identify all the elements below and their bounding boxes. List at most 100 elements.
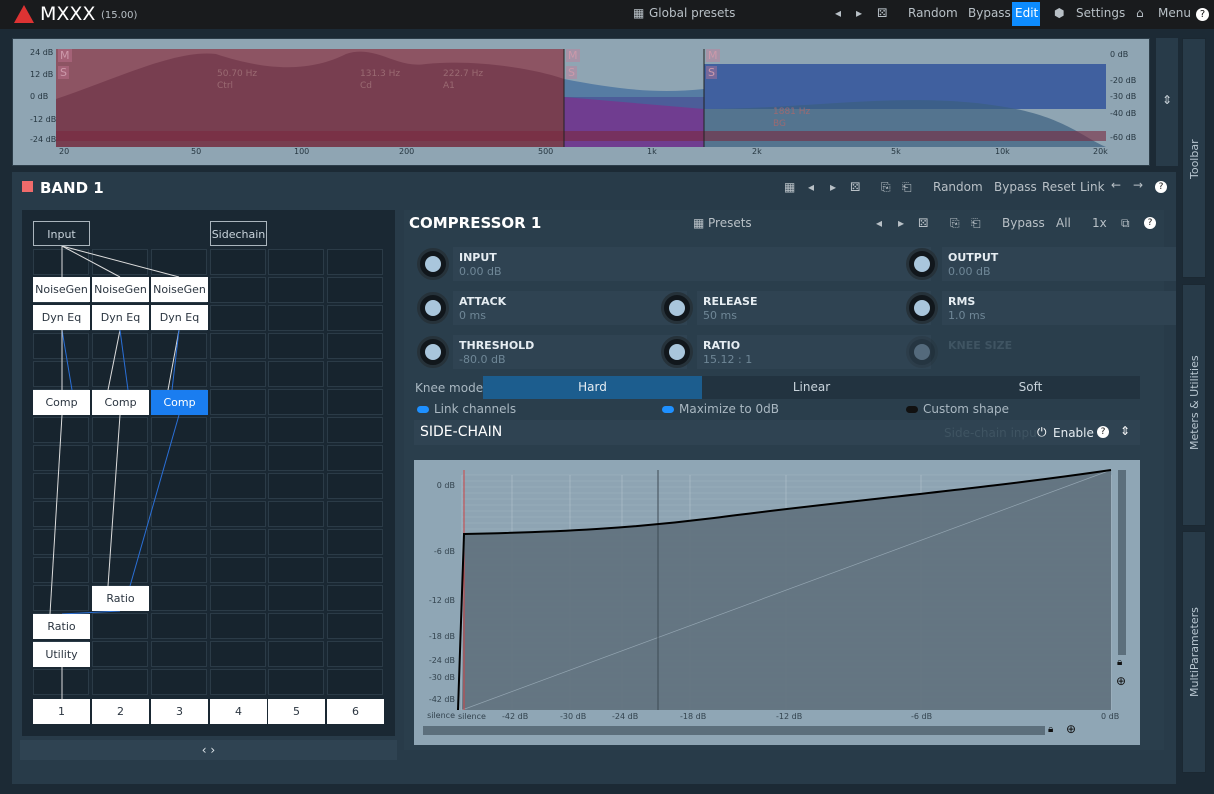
comp-node[interactable]: Comp bbox=[151, 390, 208, 415]
link-channels-toggle[interactable]: Link channels bbox=[417, 402, 516, 416]
routing-cell[interactable] bbox=[210, 557, 266, 583]
input-knob[interactable] bbox=[417, 248, 449, 280]
routing-cell[interactable] bbox=[92, 473, 148, 499]
routing-cell[interactable] bbox=[33, 445, 89, 471]
routing-cell[interactable] bbox=[92, 361, 148, 387]
routing-cell[interactable] bbox=[151, 501, 207, 527]
rms-knob[interactable] bbox=[906, 292, 938, 324]
routing-cell[interactable] bbox=[210, 305, 266, 331]
knee-size-knob[interactable] bbox=[906, 336, 938, 368]
comp-bypass-button[interactable]: Bypass bbox=[1002, 216, 1045, 230]
knee-linear-option[interactable]: Linear bbox=[702, 376, 921, 399]
spectrum-display[interactable]: 24 dB 12 dB 0 dB -12 dB -24 dB 0 dB -20 dB -30 … bbox=[12, 38, 1150, 166]
sidebar-meters[interactable]: Meters & Utilities bbox=[1182, 284, 1206, 526]
routing-cell[interactable] bbox=[92, 445, 148, 471]
routing-cell[interactable] bbox=[33, 249, 89, 275]
release-knob[interactable] bbox=[661, 292, 693, 324]
routing-cell[interactable] bbox=[210, 669, 266, 695]
ratio-node[interactable]: Ratio bbox=[92, 586, 149, 611]
routing-cell[interactable] bbox=[268, 473, 324, 499]
routing-cell[interactable] bbox=[327, 585, 383, 611]
routing-cell[interactable] bbox=[327, 641, 383, 667]
band-export-icon[interactable]: ⎗ bbox=[902, 180, 912, 195]
routing-cell[interactable] bbox=[151, 585, 207, 611]
dyneq-node[interactable]: Dyn Eq bbox=[92, 305, 149, 330]
routing-cell[interactable] bbox=[268, 333, 324, 359]
routing-cell[interactable] bbox=[268, 501, 324, 527]
routing-cell[interactable] bbox=[151, 613, 207, 639]
routing-cell[interactable] bbox=[210, 473, 266, 499]
comp-all-button[interactable]: All bbox=[1056, 216, 1071, 230]
routing-cell[interactable] bbox=[151, 557, 207, 583]
routing-cell[interactable] bbox=[33, 333, 89, 359]
mid-button[interactable]: M bbox=[566, 49, 580, 62]
routing-cell[interactable] bbox=[268, 417, 324, 443]
random-button[interactable]: Random bbox=[908, 6, 958, 20]
bypass-button[interactable]: Bypass bbox=[968, 6, 1011, 20]
band-next-icon[interactable]: ▸ bbox=[830, 180, 836, 194]
band-reset-button[interactable]: Reset bbox=[1042, 180, 1076, 194]
dice-icon[interactable]: ⚄ bbox=[877, 6, 887, 20]
ratio-knob[interactable] bbox=[661, 336, 693, 368]
help-button[interactable]: ? bbox=[1196, 8, 1209, 21]
routing-cell[interactable] bbox=[268, 557, 324, 583]
arrow-right-icon[interactable]: → bbox=[1133, 178, 1143, 192]
comp-oversampling-button[interactable]: 1x bbox=[1092, 216, 1107, 230]
band-dice-icon[interactable]: ⚄ bbox=[850, 180, 860, 194]
routing-cell[interactable] bbox=[151, 669, 207, 695]
band-color-swatch[interactable] bbox=[22, 181, 33, 192]
sidechain-enable-button[interactable]: Enable bbox=[1053, 426, 1094, 440]
noisegen-node[interactable]: NoiseGen bbox=[92, 277, 149, 302]
knee-hard-option[interactable]: Hard bbox=[483, 376, 702, 399]
maximize-toggle[interactable]: Maximize to 0dB bbox=[662, 402, 779, 416]
next-preset-icon[interactable]: ▸ bbox=[856, 6, 862, 20]
band-bypass-button[interactable]: Bypass bbox=[994, 180, 1037, 194]
vertical-scrollbar[interactable] bbox=[1118, 470, 1126, 655]
sidechain-help-button[interactable]: ? bbox=[1097, 426, 1109, 438]
routing-cell[interactable] bbox=[210, 277, 266, 303]
sidechain-expand-icon[interactable]: ⇕ bbox=[1120, 424, 1130, 438]
routing-cell[interactable] bbox=[327, 445, 383, 471]
settings-button[interactable]: Settings bbox=[1076, 6, 1125, 20]
prev-preset-icon[interactable]: ◂ bbox=[835, 6, 841, 20]
presets-button[interactable]: Presets bbox=[708, 216, 752, 230]
comp-node[interactable]: Comp bbox=[33, 390, 90, 415]
routing-cell[interactable] bbox=[92, 641, 148, 667]
routing-cell[interactable] bbox=[268, 585, 324, 611]
routing-cell[interactable] bbox=[92, 557, 148, 583]
dyneq-node[interactable]: Dyn Eq bbox=[151, 305, 208, 330]
routing-cell[interactable] bbox=[327, 361, 383, 387]
comp-import-icon[interactable]: ⎘ bbox=[950, 216, 960, 231]
routing-cell[interactable] bbox=[210, 501, 266, 527]
routing-cell[interactable] bbox=[327, 557, 383, 583]
routing-cell[interactable] bbox=[210, 417, 266, 443]
routing-cell[interactable] bbox=[268, 277, 324, 303]
spectrum-resize-button[interactable]: ⇕ bbox=[1156, 38, 1178, 166]
comp-expand-icon[interactable]: ⧉ bbox=[1121, 216, 1130, 231]
routing-cell[interactable] bbox=[92, 669, 148, 695]
routing-cell[interactable] bbox=[33, 669, 89, 695]
routing-cell[interactable] bbox=[92, 249, 148, 275]
routing-cell[interactable] bbox=[92, 417, 148, 443]
routing-cell[interactable] bbox=[327, 333, 383, 359]
sidechain-input-button[interactable]: Side-chain input bbox=[944, 426, 1041, 440]
routing-cell[interactable] bbox=[268, 669, 324, 695]
band-help-button[interactable]: ? bbox=[1155, 181, 1167, 193]
comp-node[interactable]: Comp bbox=[92, 390, 149, 415]
band-prev-icon[interactable]: ◂ bbox=[808, 180, 814, 194]
routing-cell[interactable] bbox=[210, 249, 266, 275]
settings-icon[interactable]: ⬢ bbox=[1054, 6, 1064, 20]
routing-cell[interactable] bbox=[151, 333, 207, 359]
routing-cell[interactable] bbox=[33, 473, 89, 499]
column-output[interactable]: 5 bbox=[268, 699, 325, 724]
input-node[interactable]: Input bbox=[33, 221, 90, 246]
routing-cell[interactable] bbox=[151, 473, 207, 499]
horizontal-scrollbar[interactable] bbox=[423, 726, 1045, 735]
zoom-in-v-icon[interactable]: ⊕ bbox=[1116, 674, 1126, 688]
routing-cell[interactable] bbox=[327, 389, 383, 415]
routing-cell[interactable] bbox=[210, 613, 266, 639]
routing-cell[interactable] bbox=[92, 501, 148, 527]
routing-cell[interactable] bbox=[210, 333, 266, 359]
band-link-button[interactable]: Link bbox=[1080, 180, 1105, 194]
routing-cell[interactable] bbox=[327, 501, 383, 527]
